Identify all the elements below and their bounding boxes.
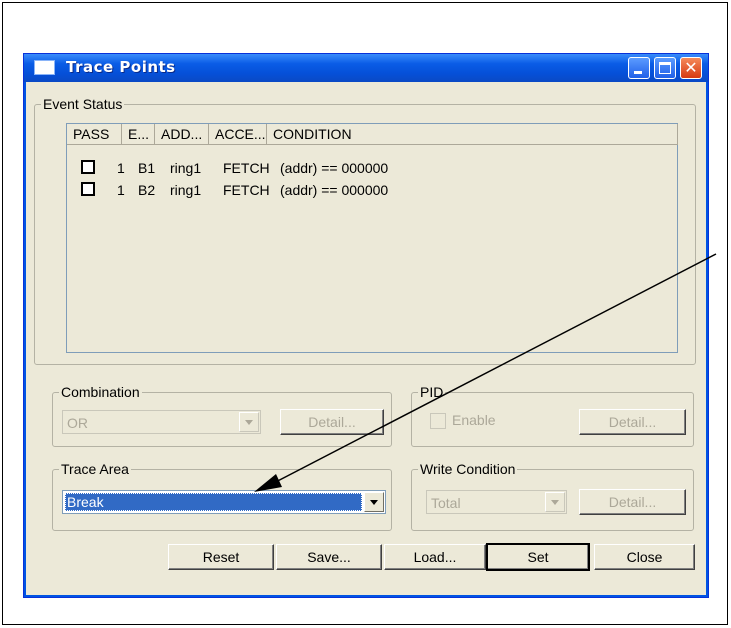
annotation-arrow-head — [254, 474, 282, 492]
annotation-arrow-line — [267, 253, 717, 487]
annotation-arrow — [254, 253, 717, 492]
